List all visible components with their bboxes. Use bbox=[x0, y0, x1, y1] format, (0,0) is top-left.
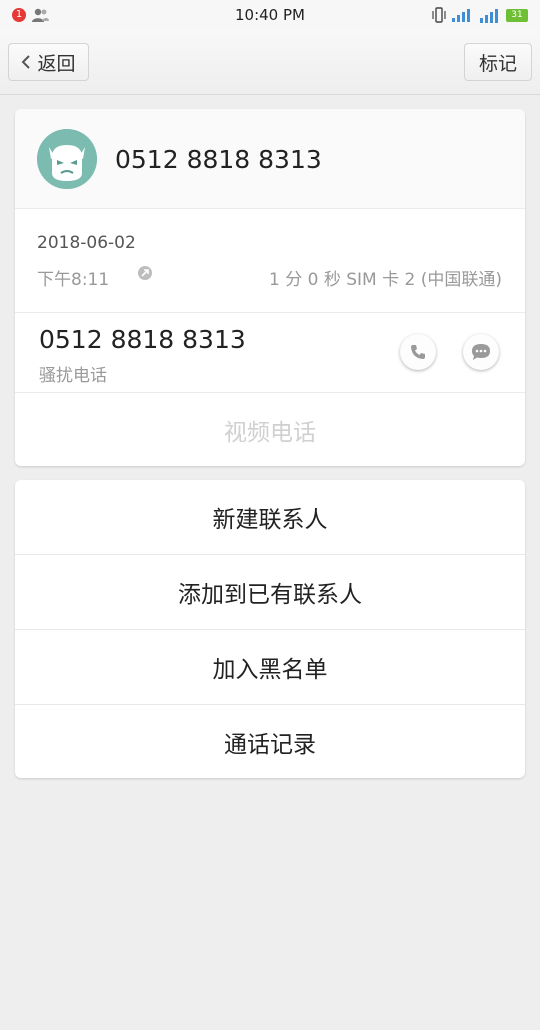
message-button[interactable] bbox=[463, 334, 499, 370]
phone-icon bbox=[411, 345, 425, 359]
devil-avatar-icon bbox=[37, 129, 97, 189]
contact-number: 0512 8818 8313 bbox=[115, 145, 322, 174]
call-history-button[interactable]: 通话记录 bbox=[15, 705, 525, 778]
number-row[interactable]: 0512 8818 8313 骚扰电话 bbox=[15, 313, 525, 393]
status-icons: 31 bbox=[432, 6, 528, 24]
battery-icon: 31 bbox=[506, 8, 528, 22]
video-call-button[interactable]: 视频电话 bbox=[15, 393, 525, 466]
action-label: 新建联系人 bbox=[212, 507, 328, 533]
mark-button[interactable]: 标记 bbox=[464, 43, 532, 81]
call-date: 2018-06-02 bbox=[37, 233, 136, 253]
contact-header: 0512 8818 8313 bbox=[15, 109, 525, 209]
chevron-left-icon bbox=[22, 55, 31, 69]
call-time: 下午8:11 bbox=[37, 270, 110, 290]
action-label: 添加到已有联系人 bbox=[178, 582, 362, 608]
call-info-row: 2018-06-02 下午8:11 1 分 0 秒 SIM 卡 2 (中国联通) bbox=[15, 209, 525, 313]
call-detail-card: 0512 8818 8313 2018-06-02 下午8:11 1 分 0 秒… bbox=[15, 109, 525, 466]
add-to-blacklist-button[interactable]: 加入黑名单 bbox=[15, 630, 525, 705]
signal-icon bbox=[452, 9, 470, 22]
action-label: 加入黑名单 bbox=[212, 657, 328, 683]
avatar[interactable] bbox=[37, 129, 97, 189]
action-label: 通话记录 bbox=[224, 732, 316, 758]
mark-label: 标记 bbox=[478, 52, 517, 75]
title-bar: 返回 标记 bbox=[0, 30, 540, 95]
back-label: 返回 bbox=[37, 52, 76, 75]
outgoing-call-icon bbox=[138, 266, 152, 280]
actions-card: 新建联系人 添加到已有联系人 加入黑名单 通话记录 bbox=[15, 480, 525, 778]
video-call-label: 视频电话 bbox=[224, 419, 316, 446]
phone-number: 0512 8818 8313 bbox=[39, 325, 246, 354]
vibrate-icon bbox=[432, 7, 446, 23]
message-icon bbox=[472, 344, 490, 360]
call-meta: 1 分 0 秒 SIM 卡 2 (中国联通) bbox=[268, 270, 502, 290]
back-button[interactable]: 返回 bbox=[8, 43, 89, 81]
status-bar: 1 10:40 PM 31 bbox=[0, 0, 540, 30]
new-contact-button[interactable]: 新建联系人 bbox=[15, 480, 525, 555]
add-to-existing-contact-button[interactable]: 添加到已有联系人 bbox=[15, 555, 525, 630]
signal-4g-icon bbox=[480, 9, 498, 23]
number-tag: 骚扰电话 bbox=[39, 366, 107, 386]
call-button[interactable] bbox=[400, 334, 436, 370]
